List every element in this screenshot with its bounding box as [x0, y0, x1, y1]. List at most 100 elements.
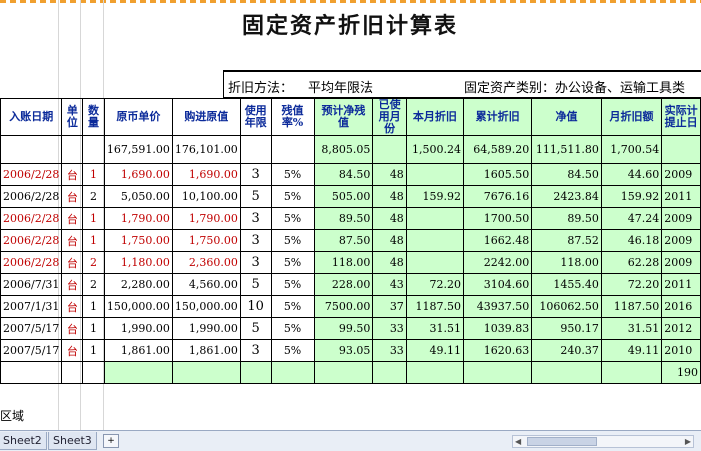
used-months-cell[interactable]: 48: [372, 229, 407, 252]
qty-cell[interactable]: 1: [82, 163, 105, 186]
scroll-left-icon[interactable]: ◀: [515, 436, 521, 447]
scroll-right-icon[interactable]: ▶: [685, 436, 691, 447]
column-header[interactable]: 残值率%: [270, 98, 315, 136]
category-label[interactable]: 固定资产类别：办公设备、运输工具类: [464, 77, 685, 96]
unit-cell[interactable]: 台: [61, 317, 84, 340]
table-cell[interactable]: [372, 361, 407, 384]
total-cell[interactable]: 167,591.00: [103, 135, 173, 164]
tab-sheet3[interactable]: Sheet3: [48, 432, 97, 450]
rate-cell[interactable]: 5%: [270, 339, 315, 362]
method-label[interactable]: 折旧方法：: [228, 77, 293, 96]
accum-dep-cell[interactable]: 1700.50: [463, 207, 533, 230]
column-header[interactable]: 净值: [531, 98, 602, 136]
salvage-cell[interactable]: 93.05: [313, 339, 374, 362]
table-cell[interactable]: [0, 361, 63, 384]
column-header[interactable]: 已使用月份: [372, 98, 407, 136]
total-cell[interactable]: 8,805.05: [313, 135, 374, 164]
years-cell[interactable]: 3: [239, 163, 272, 186]
rate-cell[interactable]: 5%: [270, 273, 315, 296]
table-cell[interactable]: [82, 361, 105, 384]
total-cell[interactable]: 176,101.00: [171, 135, 241, 164]
years-cell[interactable]: 3: [239, 251, 272, 274]
monthly-dep-cell[interactable]: 1187.50: [600, 295, 663, 318]
qty-cell[interactable]: 1: [82, 207, 105, 230]
rate-cell[interactable]: 5%: [270, 317, 315, 340]
month-dep-cell[interactable]: [405, 251, 465, 274]
total-cell[interactable]: 111,511.80: [531, 135, 602, 164]
net-value-cell[interactable]: 106062.50: [531, 295, 602, 318]
end-date-cell[interactable]: 2011: [661, 273, 701, 296]
salvage-cell[interactable]: 84.50: [313, 163, 374, 186]
date-cell[interactable]: 2006/2/28: [0, 207, 63, 230]
table-cell[interactable]: [61, 135, 84, 164]
table-cell[interactable]: 190: [661, 361, 701, 384]
qty-cell[interactable]: 1: [82, 229, 105, 252]
accum-dep-cell[interactable]: 43937.50: [463, 295, 533, 318]
salvage-cell[interactable]: 118.00: [313, 251, 374, 274]
monthly-dep-cell[interactable]: 49.11: [600, 339, 663, 362]
years-cell[interactable]: 3: [239, 207, 272, 230]
table-cell[interactable]: [405, 361, 465, 384]
table-cell[interactable]: [661, 135, 701, 164]
unit-cell[interactable]: 台: [61, 229, 84, 252]
column-header[interactable]: 累计折旧: [463, 98, 533, 136]
sheet-title[interactable]: 固定资产折旧计算表: [200, 8, 500, 40]
unit-cell[interactable]: 台: [61, 163, 84, 186]
years-cell[interactable]: 3: [239, 339, 272, 362]
qty-cell[interactable]: 2: [82, 251, 105, 274]
salvage-cell[interactable]: 89.50: [313, 207, 374, 230]
end-date-cell[interactable]: 2009: [661, 163, 701, 186]
qty-cell[interactable]: 1: [82, 295, 105, 318]
net-value-cell[interactable]: 87.52: [531, 229, 602, 252]
qty-cell[interactable]: 2: [82, 273, 105, 296]
unit-cell[interactable]: 台: [61, 185, 84, 208]
column-header[interactable]: 预计净残值: [313, 98, 374, 136]
table-cell[interactable]: [103, 361, 173, 384]
accum-dep-cell[interactable]: 1605.50: [463, 163, 533, 186]
insert-sheet-icon[interactable]: +: [103, 434, 119, 448]
method-value[interactable]: 平均年限法: [308, 77, 373, 96]
date-cell[interactable]: 2007/5/17: [0, 339, 63, 362]
rate-cell[interactable]: 5%: [270, 229, 315, 252]
accum-dep-cell[interactable]: 3104.60: [463, 273, 533, 296]
table-cell[interactable]: [0, 135, 63, 164]
date-cell[interactable]: 2007/1/31: [0, 295, 63, 318]
unit-cell[interactable]: 台: [61, 207, 84, 230]
years-cell[interactable]: 10: [239, 295, 272, 318]
salvage-cell[interactable]: 7500.00: [313, 295, 374, 318]
years-cell[interactable]: 5: [239, 185, 272, 208]
table-cell[interactable]: [171, 361, 241, 384]
salvage-cell[interactable]: 87.50: [313, 229, 374, 252]
price-cell[interactable]: 1,690.00: [103, 163, 173, 186]
net-value-cell[interactable]: 84.50: [531, 163, 602, 186]
column-header[interactable]: 实际计提止日: [661, 98, 701, 136]
net-value-cell[interactable]: 89.50: [531, 207, 602, 230]
table-cell[interactable]: [270, 361, 315, 384]
price-cell[interactable]: 1,750.00: [103, 229, 173, 252]
end-date-cell[interactable]: 2010: [661, 339, 701, 362]
salvage-cell[interactable]: 228.00: [313, 273, 374, 296]
years-cell[interactable]: 5: [239, 317, 272, 340]
used-months-cell[interactable]: 43: [372, 273, 407, 296]
column-header[interactable]: 购进原值: [171, 98, 241, 136]
price-cell[interactable]: 1,990.00: [103, 317, 173, 340]
unit-cell[interactable]: 台: [61, 295, 84, 318]
rate-cell[interactable]: 5%: [270, 295, 315, 318]
end-date-cell[interactable]: 2009: [661, 229, 701, 252]
net-value-cell[interactable]: 118.00: [531, 251, 602, 274]
used-months-cell[interactable]: 48: [372, 163, 407, 186]
rate-cell[interactable]: 5%: [270, 207, 315, 230]
total-cell[interactable]: 64,589.20: [463, 135, 533, 164]
used-months-cell[interactable]: 33: [372, 339, 407, 362]
table-cell[interactable]: [239, 135, 272, 164]
salvage-cell[interactable]: 505.00: [313, 185, 374, 208]
original-value-cell[interactable]: 1,790.00: [171, 207, 241, 230]
end-date-cell[interactable]: 2012: [661, 317, 701, 340]
month-dep-cell[interactable]: 31.51: [405, 317, 465, 340]
month-dep-cell[interactable]: 1187.50: [405, 295, 465, 318]
date-cell[interactable]: 2007/5/17: [0, 317, 63, 340]
accum-dep-cell[interactable]: 2242.00: [463, 251, 533, 274]
table-cell[interactable]: [313, 361, 374, 384]
rate-cell[interactable]: 5%: [270, 251, 315, 274]
used-months-cell[interactable]: 48: [372, 251, 407, 274]
